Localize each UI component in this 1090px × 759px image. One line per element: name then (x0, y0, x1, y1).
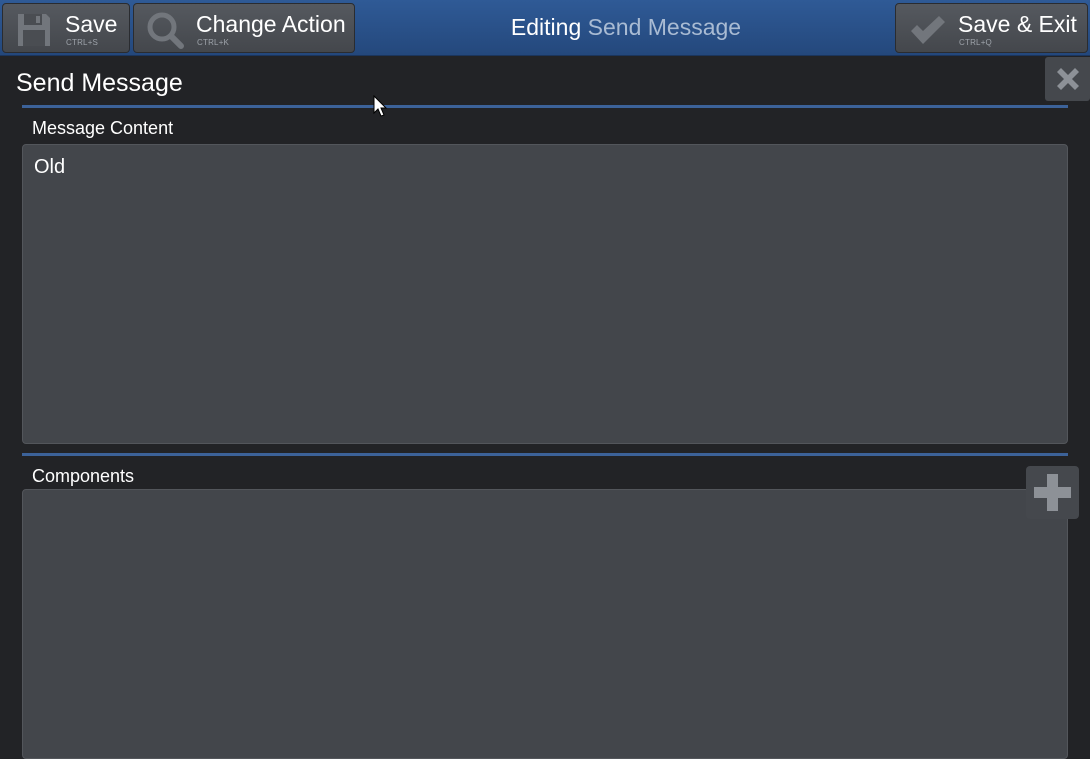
close-icon (1057, 68, 1079, 90)
save-label: Save (65, 11, 118, 37)
plus-icon (1034, 474, 1071, 511)
save-exit-label: Save & Exit (958, 11, 1077, 37)
save-exit-shortcut: CTRL+Q (959, 38, 992, 47)
change-action-shortcut: CTRL+K (197, 38, 230, 47)
add-component-button[interactable] (1026, 466, 1079, 519)
save-shortcut: CTRL+S (66, 38, 99, 47)
components-list[interactable] (22, 489, 1068, 759)
message-content-label: Message Content (32, 118, 174, 138)
message-content-textarea[interactable]: Old (22, 144, 1068, 444)
title-target: Send Message (587, 14, 742, 40)
toolbar: Save CTRL+S Change Action CTRL+K Editing… (0, 0, 1090, 56)
change-action-button[interactable]: Change Action CTRL+K (133, 3, 355, 53)
floppy-disk-icon (18, 14, 50, 46)
magnifier-icon (147, 12, 184, 49)
mouse-cursor-icon (373, 95, 388, 117)
save-exit-button[interactable]: Save & Exit CTRL+Q (895, 3, 1088, 53)
section-divider (22, 453, 1068, 456)
panel-title: Send Message (16, 69, 183, 97)
save-button[interactable]: Save CTRL+S (2, 3, 130, 53)
change-action-label: Change Action (196, 11, 346, 37)
title-prefix: Editing (510, 14, 582, 40)
page-title: Editing Send Message (360, 13, 892, 41)
close-button[interactable] (1045, 57, 1090, 101)
checkmark-icon (911, 16, 945, 44)
components-label: Components (32, 466, 135, 486)
section-divider (22, 105, 1068, 108)
